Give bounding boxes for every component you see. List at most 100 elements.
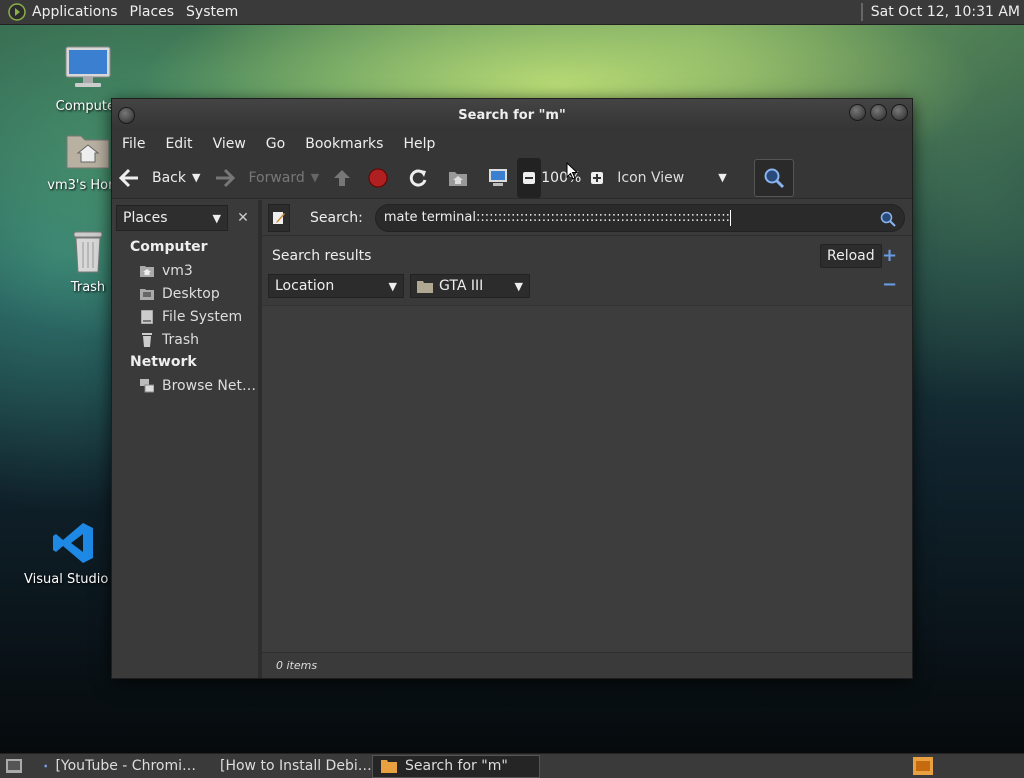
criterion-type-select[interactable]: Location ▼: [268, 274, 404, 298]
add-criterion-icon[interactable]: +: [882, 245, 897, 266]
computer-icon: [65, 46, 111, 87]
taskbar-item-label: [How to Install Debi…: [220, 758, 372, 774]
bottom-panel: [YouTube - Chromi… [How to Install Debi……: [0, 753, 1024, 778]
home-folder-icon: [449, 171, 468, 186]
view-mode-chevron-icon: ▼: [718, 171, 727, 184]
menu-file[interactable]: File: [112, 136, 155, 152]
taskbar-item-debian-guide[interactable]: [How to Install Debi…: [204, 755, 372, 778]
desktop-icon-label: Visual Studio Code: [24, 572, 124, 587]
sidebar-section-network: Network: [130, 354, 197, 370]
sidebar-item-label: Browse Net…: [162, 377, 257, 394]
back-history-chevron-icon[interactable]: ▼: [192, 171, 200, 184]
zoom-out-icon: [523, 171, 536, 184]
menu-help[interactable]: Help: [393, 136, 445, 152]
back-arrow-icon: [118, 168, 138, 187]
sidebar-section-computer: Computer: [130, 239, 208, 255]
back-button[interactable]: Back: [112, 157, 192, 199]
show-desktop-button[interactable]: [2, 755, 26, 778]
search-icon[interactable]: [880, 211, 896, 231]
home-folder-icon: [66, 135, 110, 169]
taskbar-item-search[interactable]: Search for "m": [372, 754, 540, 778]
sidebar-item-browse-network[interactable]: Browse Net…: [112, 374, 258, 397]
taskbar-item-label: [YouTube - Chromi…: [55, 758, 196, 774]
file-manager-window: Search for "m" File Edit View Go Bookmar…: [111, 98, 913, 679]
zoom-out-button[interactable]: [517, 157, 542, 198]
criterion-type-label: Location: [275, 278, 335, 294]
search-toggle-button[interactable]: [754, 159, 794, 197]
trash-icon: [140, 332, 154, 347]
taskbar-item-youtube[interactable]: [YouTube - Chromi…: [36, 755, 204, 778]
distro-logo-icon[interactable]: [6, 1, 28, 23]
taskbar-item-label: Search for "m": [405, 758, 508, 774]
system-menu[interactable]: System: [182, 0, 246, 25]
remove-criterion-icon[interactable]: −: [882, 274, 897, 295]
close-button[interactable]: [891, 104, 908, 121]
sidebar-item-trash[interactable]: Trash: [112, 328, 258, 351]
applications-menu[interactable]: Applications: [28, 0, 126, 25]
sidebar-item-desktop[interactable]: Desktop: [112, 282, 258, 305]
chevron-down-icon: ▼: [212, 211, 221, 225]
sidebar-item-label: Trash: [162, 331, 199, 348]
mouse-pointer-icon: [566, 162, 578, 180]
stop-button[interactable]: [363, 157, 393, 199]
forward-label: Forward: [248, 169, 305, 186]
vscode-icon: [53, 523, 93, 563]
location-folder-select[interactable]: GTA III ▼: [410, 274, 530, 298]
zoom-in-button[interactable]: [587, 157, 607, 199]
reload-search-button[interactable]: Reload: [820, 244, 882, 268]
show-desktop-icon: [6, 759, 22, 773]
zoom-in-icon: [591, 171, 604, 184]
status-bar: 0 items: [262, 652, 912, 678]
search-label: Search:: [310, 209, 363, 226]
edit-location-button[interactable]: [268, 203, 290, 232]
folder-icon: [417, 280, 433, 293]
menu-go[interactable]: Go: [256, 136, 295, 152]
menubar: File Edit View Go Bookmarks Help: [112, 131, 912, 157]
sidebar-places-select[interactable]: Places ▼: [116, 205, 228, 231]
forward-history-chevron-icon[interactable]: ▼: [311, 171, 319, 184]
window-body: Places ▼ ✕ Computer vm3 Desktop File Sys…: [112, 200, 912, 678]
search-icon: [764, 168, 785, 189]
clock-separator: [860, 3, 863, 21]
results-view[interactable]: [262, 307, 912, 652]
view-mode-select[interactable]: Icon View ▼: [617, 170, 726, 186]
menu-view[interactable]: View: [203, 136, 256, 152]
search-bar: Search: mate terminal:::::::::::::::::::…: [262, 200, 912, 236]
search-results-header: Search results Reload + Location ▼ GTA I…: [262, 236, 912, 306]
window-menu-icon[interactable]: [118, 107, 135, 124]
desktop-icon-vscode[interactable]: Visual Studio Code: [24, 520, 124, 587]
workspace-switcher[interactable]: [912, 756, 934, 776]
search-results-title: Search results: [272, 248, 372, 264]
edit-icon: [273, 211, 285, 224]
menu-edit[interactable]: Edit: [155, 136, 202, 152]
minimize-button[interactable]: [849, 104, 866, 121]
text-cursor: [730, 209, 732, 226]
back-label: Back: [152, 169, 186, 186]
forward-button[interactable]: Forward: [208, 157, 310, 199]
menu-bookmarks[interactable]: Bookmarks: [295, 136, 393, 152]
sidebar-selector-label: Places: [123, 210, 168, 226]
search-input[interactable]: mate terminal:::::::::::::::::::::::::::…: [374, 203, 905, 232]
computer-icon: [489, 168, 508, 186]
reload-button[interactable]: [403, 157, 433, 199]
toolbar: Back ▼ Forward ▼ 100% Icon View ▼: [112, 157, 912, 199]
sidebar-item-label: vm3: [162, 262, 193, 279]
forward-arrow-icon: [216, 168, 236, 187]
desktop-icon: [140, 287, 154, 301]
search-input-value: mate terminal:::::::::::::::::::::::::::…: [383, 210, 731, 225]
sidebar-close-icon[interactable]: ✕: [232, 207, 254, 229]
maximize-button[interactable]: [870, 104, 887, 121]
window-titlebar[interactable]: Search for "m": [112, 99, 912, 131]
home-icon: [140, 264, 154, 278]
up-arrow-icon: [334, 169, 351, 186]
drive-icon: [140, 309, 154, 324]
top-panel: Applications Places System Sat Oct 12, 1…: [0, 0, 1024, 25]
sidebar-item-file-system[interactable]: File System: [112, 305, 258, 328]
chevron-down-icon: ▼: [514, 279, 523, 293]
computer-button[interactable]: [483, 157, 513, 199]
sidebar-item-vm3[interactable]: vm3: [112, 259, 258, 282]
clock[interactable]: Sat Oct 12, 10:31 AM: [871, 4, 1024, 20]
home-button[interactable]: [443, 157, 473, 199]
places-menu[interactable]: Places: [126, 0, 183, 25]
up-button[interactable]: [327, 157, 357, 199]
